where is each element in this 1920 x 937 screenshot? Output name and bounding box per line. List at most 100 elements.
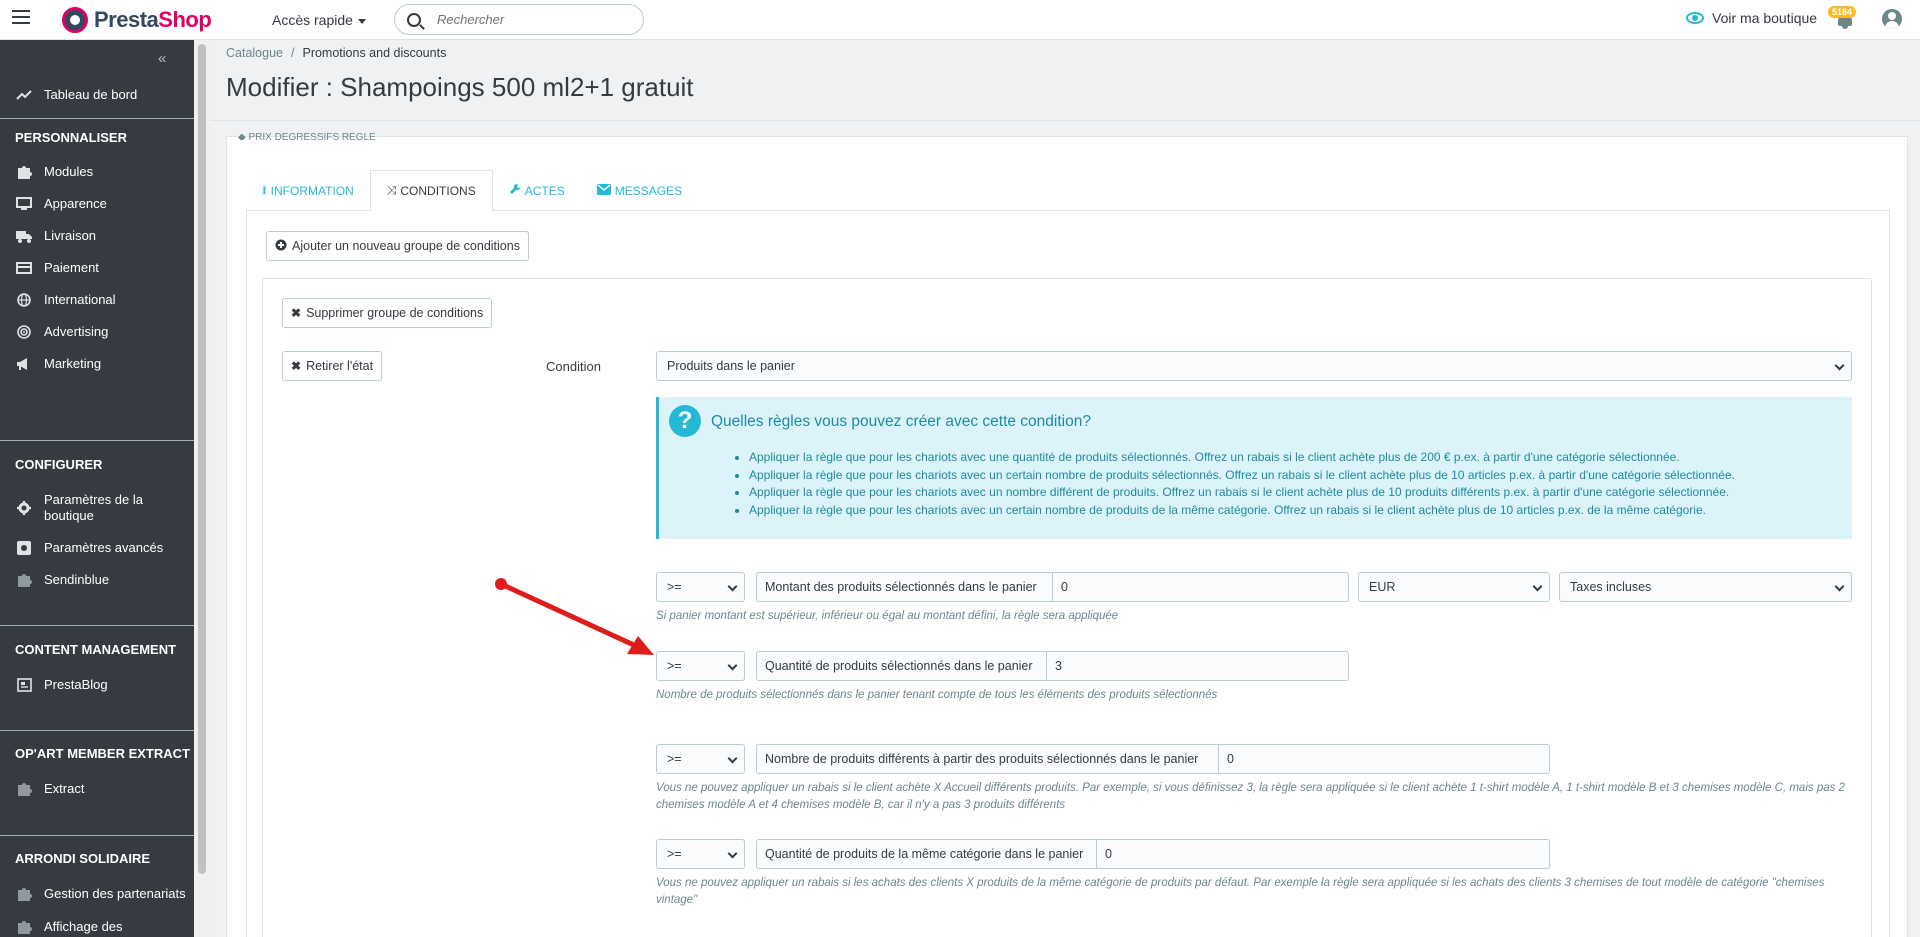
sidebar-section-arrondi-solidaire: ARRONDI SOLIDAIRE [15,851,151,866]
sidebar-section-personnaliser: PERSONNALISER [15,130,127,145]
sidebar-item-advanced-parameters[interactable]: Paramètres avancés [0,540,194,556]
page-title: Modifier : Shampoings 500 ml2+1 gratuit [226,72,694,102]
tab-label: ACTES [524,183,565,198]
sidebar-item-display[interactable]: Affichage des [0,919,194,935]
amount-input[interactable]: 0 [1052,572,1349,602]
quantity-input[interactable]: 3 [1046,651,1349,681]
sidebar-divider [0,730,194,731]
sidebar-item-sendinblue[interactable]: Sendinblue [0,572,194,588]
sidebar-item-shipping[interactable]: Livraison [0,228,194,244]
sidebar-item-prestablog[interactable]: PrestaBlog [0,677,194,693]
select-value: Taxes incluses [1570,580,1652,594]
different-products-operator-select[interactable]: >= [656,744,745,774]
breadcrumb-current: Promotions and discounts [302,46,447,60]
breadcrumb-separator: / [291,46,295,60]
tab-actions[interactable]: ACTES [493,170,581,211]
prestashop-logo[interactable]: PrestaShop [62,7,212,33]
different-products-help-text: Vous ne pouvez appliquer un rabais si le… [656,782,1845,811]
view-shop-link[interactable]: Voir ma boutique [1686,10,1817,26]
menu-icon[interactable] [12,6,34,28]
trending-up-icon [16,88,32,102]
sidebar-item-label: Paiement [44,260,99,275]
tab-label: CONDITIONS [400,183,476,198]
search-box[interactable] [394,4,644,35]
title-divider [210,120,1920,121]
sidebar-item-extract[interactable]: Extract [0,781,194,797]
different-products-field-label: Nombre de produits différents à partir d… [756,744,1218,774]
newspaper-icon [16,678,32,692]
list-item: Appliquer la règle que pour les chariots… [749,484,1735,502]
sidebar-item-label: Modules [44,164,94,179]
chevron-down-icon [1834,581,1845,592]
select-value: EUR [1369,580,1396,594]
logo-text-presta: Presta [94,7,159,32]
sidebar-item-shop-parameters[interactable]: Paramètres de la boutique [0,492,194,524]
tabs-bar: i INFORMATION ⤨ CONDITIONS ACTES MESSAGE… [246,170,698,211]
amount-operator-select[interactable]: >= [656,572,745,602]
tax-select[interactable]: Taxes incluses [1559,572,1852,602]
sidebar-item-partnerships[interactable]: Gestion des partenariats [0,886,194,902]
select-value: >= [667,659,682,673]
sidebar-divider [0,625,194,626]
puzzle-icon [16,920,32,934]
logo-text-shop: Shop [158,7,212,32]
condition-type-select[interactable]: Produits dans le panier [656,351,1852,381]
chevron-down-icon [727,753,738,764]
sidebar-item-label: Extract [44,781,85,796]
quantity-operator-select[interactable]: >= [656,651,745,681]
quantity-help-text: Nombre de produits sélectionnés dans le … [656,689,1218,701]
puzzle-icon [16,573,32,587]
tab-conditions[interactable]: ⤨ CONDITIONS [369,170,493,211]
sidebar-item-appearance[interactable]: Apparence [0,196,194,212]
view-shop-label: Voir ma boutique [1712,10,1818,26]
delete-condition-group-button[interactable]: ✖ Supprimer groupe de conditions [282,298,493,328]
sidebar-item-dashboard[interactable]: Tableau de bord [0,87,194,103]
quick-access-label: Accès rapide [272,12,353,28]
sidebar-item-payment[interactable]: Paiement [0,260,194,276]
target-icon [16,325,32,339]
add-condition-group-button[interactable]: Ajouter un nouveau groupe de conditions [266,231,529,261]
sidebar-item-label: International [44,292,116,307]
currency-select[interactable]: EUR [1358,572,1550,602]
list-item: Appliquer la règle que pour les chariots… [749,449,1735,467]
amount-help-text: Si panier montant est supérieur, inférie… [656,610,1119,622]
remove-condition-button[interactable]: ✖ Retirer l'état [282,351,383,381]
sidebar-scrollbar-thumb[interactable] [198,44,206,874]
tab-information[interactable]: i INFORMATION [246,170,370,211]
chevron-down-icon [727,581,738,592]
sidebar-item-international[interactable]: International [0,292,194,308]
puzzle-icon [16,165,32,179]
caret-down-icon [357,18,366,24]
close-icon: ✖ [291,306,302,320]
top-header: PrestaShop Accès rapide Voir ma boutique… [0,0,1920,40]
user-account-icon[interactable] [1882,9,1902,29]
sidebar-item-label: Gestion des partenariats [44,886,186,901]
gear-icon [16,501,32,515]
select-value: >= [667,580,682,594]
tab-messages[interactable]: MESSAGES [581,170,698,211]
sidebar-item-advertising[interactable]: Advertising [0,324,194,340]
sidebar-item-marketing[interactable]: Marketing [0,356,194,372]
sidebar-item-modules[interactable]: Modules [0,164,194,180]
breadcrumb-catalogue[interactable]: Catalogue [226,46,283,60]
desktop-icon [16,197,32,211]
puzzle-icon [16,887,32,901]
sidebar-item-label: Affichage des [44,919,123,934]
search-input[interactable] [437,12,617,27]
list-item: Appliquer la règle que pour les chariots… [749,502,1735,520]
same-category-operator-select[interactable]: >= [656,839,745,869]
annotation-arrow [495,578,654,655]
tab-label: MESSAGES [614,183,683,198]
envelope-icon [596,183,611,198]
button-label: Retirer l'état [306,359,374,373]
different-products-input[interactable]: 0 [1218,744,1550,774]
chevron-down-icon [727,660,738,671]
collapse-sidebar-icon[interactable]: « [158,50,166,67]
notification-count-badge: 5184 [1828,6,1857,18]
breadcrumb: Catalogue / Promotions and discounts [226,46,446,60]
quick-access-dropdown[interactable]: Accès rapide [272,12,366,28]
sidebar-section-opart-member-extract: OP'ART MEMBER EXTRACT [15,746,190,761]
sidebar-item-label: Paramètres de la boutique [44,492,143,523]
same-category-input[interactable]: 0 [1096,839,1550,869]
eye-icon [1686,12,1704,24]
